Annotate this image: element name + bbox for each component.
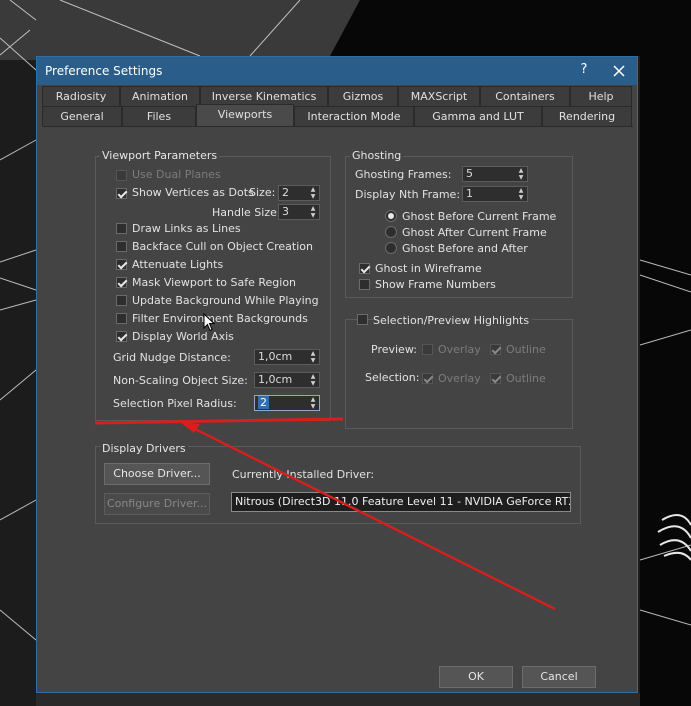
preview-outline-checkbox[interactable] <box>490 344 501 355</box>
show-frame-numbers-label: Show Frame Numbers <box>375 278 496 291</box>
filter-environment-label: Filter Environment Backgrounds <box>132 312 308 325</box>
help-icon[interactable]: ? <box>575 62 593 80</box>
update-background-checkbox[interactable] <box>116 295 127 306</box>
highlights-checkbox[interactable] <box>357 314 368 325</box>
ok-button[interactable]: OK <box>439 666 513 688</box>
tab-inverse-kinematics[interactable]: Inverse Kinematics <box>200 86 328 106</box>
size-label: Size: <box>249 186 276 199</box>
spinner-arrows-icon[interactable]: ▲ ▼ <box>309 186 317 200</box>
ghosting-frames-label: Ghosting Frames: <box>355 168 452 181</box>
filter-environment-checkbox[interactable] <box>116 313 127 324</box>
display-world-axis-label: Display World Axis <box>132 330 234 343</box>
tab-maxscript[interactable]: MAXScript <box>398 86 480 106</box>
selection-overlay-checkbox[interactable] <box>422 373 433 384</box>
spinner-arrows-icon[interactable]: ▲ ▼ <box>309 396 317 410</box>
attenuate-lights-checkbox[interactable] <box>116 259 127 270</box>
tab-rendering[interactable]: Rendering <box>542 106 632 126</box>
preview-overlay-label: Overlay <box>438 343 481 356</box>
show-vertices-label: Show Vertices as Dots <box>132 186 254 199</box>
installed-driver-field: Nitrous (Direct3D 11.0 Feature Level 11 … <box>231 492 571 512</box>
preview-overlay-checkbox[interactable] <box>422 344 433 355</box>
tab-gamma-and-lut[interactable]: Gamma and LUT <box>414 106 542 126</box>
tab-files[interactable]: Files <box>122 106 196 126</box>
selection-label: Selection: <box>365 371 420 384</box>
ghost-wireframe-label: Ghost in Wireframe <box>375 262 482 275</box>
use-dual-planes-checkbox[interactable] <box>116 170 127 181</box>
tab-containers[interactable]: Containers <box>480 86 570 106</box>
selection-radius-spinner[interactable]: 2 ▲ ▼ <box>254 395 320 411</box>
spinner-arrows-icon[interactable]: ▲ ▼ <box>309 350 317 364</box>
group-title: Ghosting <box>350 149 404 162</box>
selection-outline-checkbox[interactable] <box>490 373 501 384</box>
ghost-after-label: Ghost After Current Frame <box>402 226 547 239</box>
ghost-before-after-radio[interactable] <box>385 242 397 254</box>
group-title: Viewport Parameters <box>100 149 220 162</box>
ghosting-frames-spinner[interactable]: 5 ▲ ▼ <box>462 166 528 182</box>
handle-size-spinner[interactable]: 3 ▲ ▼ <box>278 204 320 220</box>
ghost-after-radio[interactable] <box>385 226 397 238</box>
mask-viewport-checkbox[interactable] <box>116 277 127 288</box>
installed-driver-label: Currently Installed Driver: <box>232 468 375 481</box>
attenuate-lights-label: Attenuate Lights <box>132 258 224 271</box>
spinner-arrows-icon[interactable]: ▲ ▼ <box>309 205 317 219</box>
highlights-title: Selection/Preview Highlights <box>373 314 533 327</box>
update-background-label: Update Background While Playing <box>132 294 319 307</box>
selection-overlay-label: Overlay <box>438 372 481 385</box>
tab-viewports[interactable]: Viewports <box>196 104 294 127</box>
spinner-arrows-icon[interactable]: ▲ ▼ <box>517 187 525 201</box>
window-title: Preference Settings <box>45 64 163 78</box>
selection-radius-label: Selection Pixel Radius: <box>113 397 237 410</box>
tab-gizmos[interactable]: Gizmos <box>328 86 398 106</box>
display-nth-frame-spinner[interactable]: 1 ▲ ▼ <box>462 186 528 202</box>
backface-cull-checkbox[interactable] <box>116 241 127 252</box>
ghost-before-after-label: Ghost Before and After <box>402 242 528 255</box>
titlebar: Preference Settings ? <box>37 57 637 85</box>
display-world-axis-checkbox[interactable] <box>116 331 127 342</box>
size-spinner[interactable]: 2 ▲ ▼ <box>278 185 320 201</box>
tab-radiosity[interactable]: Radiosity <box>42 86 120 106</box>
show-frame-numbers-checkbox[interactable] <box>359 279 370 290</box>
non-scaling-spinner[interactable]: 1,0cm ▲ ▼ <box>254 372 320 388</box>
display-nth-frame-label: Display Nth Frame: <box>355 188 461 201</box>
tab-help[interactable]: Help <box>570 86 632 106</box>
non-scaling-label: Non-Scaling Object Size: <box>113 374 248 387</box>
selection-outline-label: Outline <box>506 372 546 385</box>
choose-driver-button[interactable]: Choose Driver... <box>104 463 210 485</box>
preview-label: Preview: <box>371 343 417 356</box>
close-icon[interactable] <box>607 60 631 82</box>
group-title: Display Drivers <box>100 442 188 455</box>
draw-links-label: Draw Links as Lines <box>132 222 241 235</box>
ghost-before-label: Ghost Before Current Frame <box>402 210 557 223</box>
ghosting-frames-value: 5 <box>466 167 473 180</box>
tab-general[interactable]: General <box>42 106 122 126</box>
grid-nudge-spinner[interactable]: 1,0cm ▲ ▼ <box>254 349 320 365</box>
mask-viewport-label: Mask Viewport to Safe Region <box>132 276 297 289</box>
draw-links-checkbox[interactable] <box>116 223 127 234</box>
handle-size-label: Handle Size: <box>212 206 281 219</box>
handle-size-value: 3 <box>282 205 289 218</box>
selection-radius-value: 2 <box>258 396 269 409</box>
spinner-arrows-icon[interactable]: ▲ ▼ <box>517 167 525 181</box>
use-dual-planes-label: Use Dual Planes <box>132 168 221 181</box>
preference-settings-dialog: Preference Settings ? Radiosity Animatio… <box>36 56 638 693</box>
grid-nudge-value: 1,0cm <box>258 350 293 363</box>
non-scaling-value: 1,0cm <box>258 373 293 386</box>
backface-cull-label: Backface Cull on Object Creation <box>132 240 313 253</box>
cancel-button[interactable]: Cancel <box>522 666 596 688</box>
tab-animation[interactable]: Animation <box>120 86 200 106</box>
grid-nudge-label: Grid Nudge Distance: <box>113 351 231 364</box>
ghost-before-radio[interactable] <box>385 210 397 222</box>
ghost-wireframe-checkbox[interactable] <box>359 263 370 274</box>
show-vertices-checkbox[interactable] <box>116 188 127 199</box>
spinner-arrows-icon[interactable]: ▲ ▼ <box>309 373 317 387</box>
configure-driver-button[interactable]: Configure Driver... <box>104 493 210 515</box>
size-value: 2 <box>282 186 289 199</box>
display-nth-frame-value: 1 <box>466 187 473 200</box>
preview-outline-label: Outline <box>506 343 546 356</box>
mouse-cursor-icon <box>203 313 216 332</box>
tab-interaction-mode[interactable]: Interaction Mode <box>294 106 414 126</box>
